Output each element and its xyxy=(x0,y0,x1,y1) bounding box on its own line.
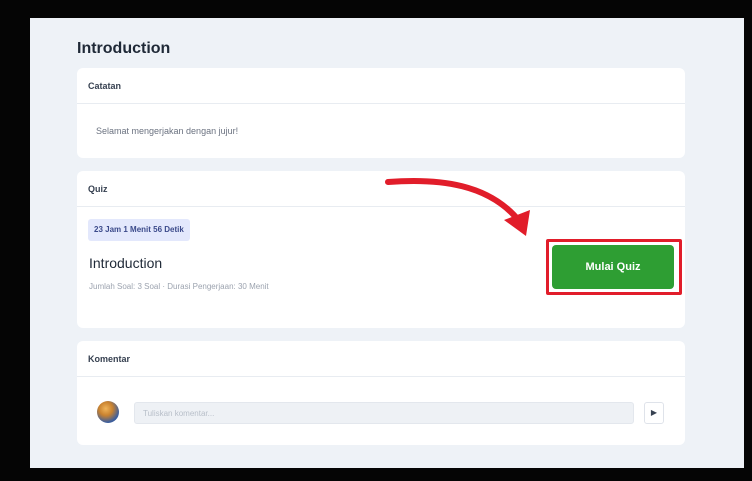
notes-card: Catatan Selamat mengerjakan dengan jujur… xyxy=(77,68,685,158)
start-quiz-button[interactable]: Mulai Quiz xyxy=(552,245,674,289)
comments-body: ▶ xyxy=(77,377,685,445)
notes-message: Selamat mengerjakan dengan jujur! xyxy=(96,126,239,136)
page-title: Introduction xyxy=(77,40,171,57)
play-triangle-icon: ▶ xyxy=(650,408,658,417)
quiz-timer-badge: 23 Jam 1 Menit 56 Detik xyxy=(88,219,190,241)
curved-arrow-icon xyxy=(385,177,530,236)
comments-header: Komentar xyxy=(77,341,685,377)
quiz-meta: Jumlah Soal: 3 Soal · Durasi Pengerjaan:… xyxy=(89,282,269,291)
notes-header: Catatan xyxy=(77,68,685,104)
comments-card: Komentar ▶ xyxy=(77,341,685,445)
send-comment-button[interactable]: ▶ xyxy=(644,402,664,424)
quiz-name: Introduction xyxy=(89,255,163,271)
avatar xyxy=(97,401,119,423)
comment-input[interactable] xyxy=(134,402,634,424)
